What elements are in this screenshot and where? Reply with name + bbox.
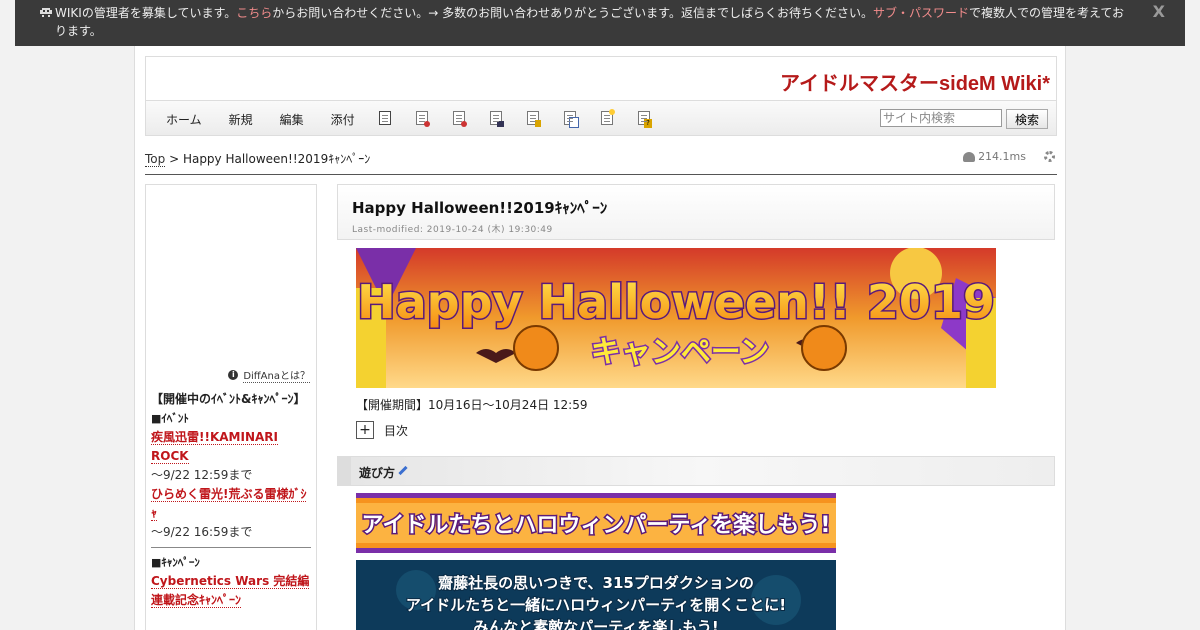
sidebar-divider — [151, 547, 311, 548]
section-heading-how-to-play: 遊び方 — [337, 456, 1055, 486]
search-input[interactable] — [880, 109, 1002, 127]
site-header: アイドルマスターsideM Wiki* — [145, 56, 1057, 100]
menu-edit[interactable]: 編集 — [280, 111, 304, 128]
help-icon[interactable] — [638, 111, 652, 128]
site-search: 検索 — [880, 109, 1048, 129]
party-banner-text: アイドルたちとハロウィンパーティを楽しもう! — [362, 512, 831, 538]
notice-text: WIKIの管理者を募集しています。こちらからお問い合わせください。→ 多数のお問… — [39, 4, 1125, 40]
banner-title: Happy Halloween!! 2019 — [357, 275, 995, 329]
tool-icons — [379, 109, 675, 128]
expand-toc-button[interactable]: + — [356, 421, 374, 439]
info-icon: i — [228, 370, 239, 380]
story-line-2: アイドルたちと一緒にハロウィンパーティを開くことに! — [406, 596, 786, 614]
story-line-1: 齋藤社長の思いつきで、315プロダクションの — [437, 574, 754, 592]
event-section-label: ■ｲﾍﾞﾝﾄ — [151, 412, 189, 425]
page-container: アイドルマスターsideM Wiki* ホーム 新規 編集 添付 検索 Top … — [134, 46, 1066, 630]
sidebar-events: 【開催中のｲﾍﾞﾝﾄ&ｷｬﾝﾍﾟｰﾝ】 ■ｲﾍﾞﾝﾄ 疾風迅雷!!KAMINAR… — [151, 390, 311, 610]
campaign-section-label: ■ｷｬﾝﾍﾟｰﾝ — [151, 556, 200, 569]
admin-recruit-notice: WIKIの管理者を募集しています。こちらからお問い合わせください。→ 多数のお問… — [15, 0, 1185, 46]
diffana-info[interactable]: i DiffAnaとは？ — [228, 367, 310, 383]
notice-text-part2: からお問い合わせください。→ 多数のお問い合わせありがとうございます。返信までし… — [272, 6, 873, 20]
menu-home[interactable]: ホーム — [166, 111, 202, 128]
main-content: Happy Halloween!!2019ｷｬﾝﾍﾟｰﾝ Last-modifi… — [337, 184, 1057, 630]
render-time: 214.1ms — [978, 150, 1026, 163]
table-of-contents[interactable]: + 目次 — [356, 421, 408, 439]
search-button[interactable]: 検索 — [1006, 109, 1048, 129]
sub-password-link[interactable]: サブ・パスワード — [873, 6, 969, 20]
breadcrumb-current: Happy Halloween!!2019ｷｬﾝﾍﾟｰﾝ — [182, 152, 371, 166]
toc-label[interactable]: 目次 — [384, 422, 408, 439]
site-title[interactable]: アイドルマスターsideM Wiki* — [780, 67, 1050, 96]
last-modified: Last-modified: 2019-10-24 (木) 19:30:49 — [352, 225, 553, 235]
section-heading-text: 遊び方 — [359, 466, 396, 480]
event-link-kaminari-rock[interactable]: 疾風迅雷!!KAMINARI ROCK — [151, 430, 278, 464]
breadcrumb-top-link[interactable]: Top — [145, 152, 166, 167]
gauge-icon — [963, 151, 976, 162]
event-until: ～9/22 12:59まで — [151, 468, 253, 482]
halloween-banner-image: Happy Halloween!! 2019 キャンペーン — [356, 248, 996, 388]
party-banner-image: アイドルたちとハロウィンパーティを楽しもう! — [356, 493, 836, 553]
contact-link[interactable]: こちら — [236, 6, 272, 20]
page-meta: 214.1ms — [963, 150, 1055, 163]
gear-icon[interactable] — [1044, 151, 1055, 162]
divider — [145, 174, 1057, 175]
diff-icon[interactable] — [416, 111, 430, 127]
main-menu: ホーム 新規 編集 添付 — [166, 111, 382, 128]
breadcrumb: Top > Happy Halloween!!2019ｷｬﾝﾍﾟｰﾝ — [145, 150, 370, 167]
event-period: 【開催期間】10月16日～10月24日 12:59 — [356, 398, 588, 412]
rename-icon[interactable] — [564, 111, 579, 128]
page-title-box: Happy Halloween!!2019ｷｬﾝﾍﾟｰﾝ Last-modifi… — [337, 184, 1055, 240]
copy-icon[interactable] — [379, 111, 391, 125]
page-title: Happy Halloween!!2019ｷｬﾝﾍﾟｰﾝ — [352, 199, 608, 217]
menu-attach[interactable]: 添付 — [331, 111, 355, 128]
diffana-link[interactable]: DiffAnaとは？ — [243, 367, 310, 383]
backup-icon[interactable] — [453, 111, 467, 127]
freeze-icon[interactable] — [527, 111, 541, 127]
sidebar-heading: 【開催中のｲﾍﾞﾝﾄ&ｷｬﾝﾍﾟｰﾝ】 — [151, 392, 306, 406]
save-icon[interactable] — [490, 111, 504, 127]
list-icon[interactable] — [601, 109, 615, 125]
invader-icon — [40, 8, 52, 17]
menu-new[interactable]: 新規 — [229, 111, 253, 128]
breadcrumb-separator: > — [165, 152, 183, 166]
banner-subtitle: キャンペーン — [591, 335, 770, 370]
edit-pencil-icon[interactable] — [398, 465, 408, 476]
campaign-link-cybernetics-wars[interactable]: Cybernetics Wars 完結編連載記念ｷｬﾝﾍﾟｰﾝ — [151, 574, 310, 608]
story-banner-image: 齋藤社長の思いつきで、315プロダクションの アイドルたちと一緒にハロウィンパー… — [356, 560, 836, 630]
sidebar: i DiffAnaとは？ 【開催中のｲﾍﾞﾝﾄ&ｷｬﾝﾍﾟｰﾝ】 ■ｲﾍﾞﾝﾄ … — [145, 184, 317, 630]
close-notice-button[interactable]: X — [1153, 3, 1165, 21]
story-line-3: みんなと素敵なパーティを楽しもう! — [473, 618, 719, 630]
event-link-gacha[interactable]: ひらめく雷光!荒ぶる雷様ｶﾞｼｬ — [151, 487, 307, 521]
notice-text-part1: WIKIの管理者を募集しています。 — [55, 6, 237, 20]
event-until: ～9/22 16:59まで — [151, 525, 253, 539]
toolbar: ホーム 新規 編集 添付 検索 — [145, 100, 1057, 136]
